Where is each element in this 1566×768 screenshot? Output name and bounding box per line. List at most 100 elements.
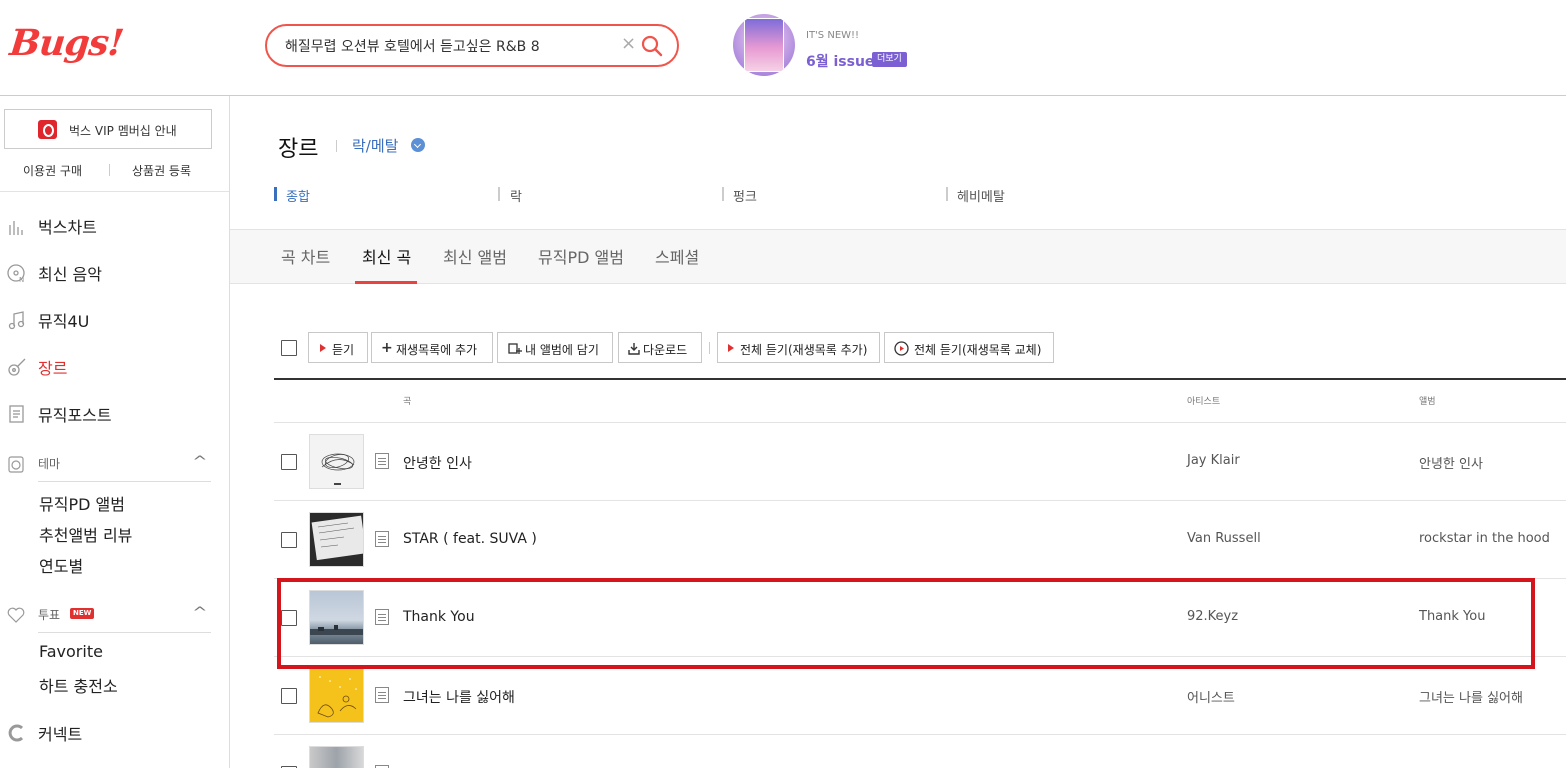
sidebar-item-music-post[interactable]: 뮤직포스트 [0,399,229,429]
sidebar-item-label: 최신 음악 [38,265,102,284]
svg-text:N: N [19,276,24,284]
genre-selector[interactable]: 락/메탈 [352,135,398,156]
page-title: 장르 [278,137,319,162]
artist-name[interactable]: 어니스트 [1187,687,1235,706]
sidebar-item-genre[interactable]: 장르 [0,352,229,382]
album-art[interactable] [309,434,364,489]
song-title[interactable]: Thank You [403,609,475,625]
lyrics-icon[interactable] [375,609,389,625]
heart-icon [7,607,25,623]
subgenre-rock[interactable]: 락 [510,186,522,205]
chevron-up-icon[interactable]: ^ [192,605,207,621]
lyrics-icon[interactable] [375,531,389,547]
album-name[interactable]: 안녕한 인사 [1419,453,1483,472]
divider [336,140,337,152]
song-title[interactable]: STAR ( feat. SUVA ) [403,531,537,547]
sidebar-item-recommended-review[interactable]: 추천앨범 리뷰 [39,522,132,546]
divider [38,632,211,633]
guitar-icon [8,358,26,376]
row-checkbox[interactable] [281,454,297,470]
play-all-replace-button[interactable]: 전체 듣기(재생목록 교체) [884,332,1054,363]
artist-name[interactable]: 92.Keyz [1187,609,1238,624]
promo-image[interactable] [733,14,795,76]
album-art[interactable] [309,746,364,768]
select-all-checkbox[interactable] [281,340,297,356]
row-checkbox[interactable] [281,688,297,704]
register-voucher-link[interactable]: 상품권 등록 [132,162,191,179]
add-to-my-album-button[interactable]: 내 앨범에 담기 [497,332,613,363]
promo-more-button[interactable]: 더보기 [872,52,907,67]
sidebar-item-label: 장르 [38,359,68,378]
sidebar-item-bugs-chart[interactable]: 벅스차트 [0,211,229,241]
chevron-down-icon[interactable] [411,138,425,152]
divider [946,187,948,201]
tab-music-pd-album[interactable]: 뮤직PD 앨범 [538,244,624,268]
album-art[interactable] [309,668,364,723]
tab-new-albums[interactable]: 최신 앨범 [443,244,507,268]
buy-pass-link[interactable]: 이용권 구매 [23,162,82,179]
play-all-add-button[interactable]: 전체 듣기(재생목록 추가) [717,332,880,363]
sidebar-item-label: 커넥트 [38,725,83,744]
download-button[interactable]: 다운로드 [618,332,702,363]
sidebar-item-new-music[interactable]: N 최신 음악 [0,258,229,288]
search-icon[interactable] [641,35,663,57]
table-row: 안녕한 인사 Jay Klair 안녕한 인사 [274,423,1566,501]
vip-label: 벅스 VIP 멤버십 안내 [69,124,177,138]
subgenre-heavy-metal[interactable]: 헤비메탈 [957,186,1005,205]
album-name[interactable]: rockstar in the hood [1419,531,1550,546]
play-all-replace-label: 전체 듣기(재생목록 교체) [914,343,1042,357]
column-header-artist: 아티스트 [1187,397,1221,407]
table-row: STAR ( feat. SUVA ) Van Russell rockstar… [274,501,1566,579]
album-name[interactable]: 그녀는 나를 싫어해 [1419,687,1523,706]
artist-name[interactable]: Jay Klair [1187,453,1240,468]
connect-icon [8,724,24,742]
artist-name[interactable]: Van Russell [1187,531,1261,546]
vote-section-label: 투표 [38,608,61,622]
chart-icon [9,221,23,235]
tab-special[interactable]: 스페셜 [655,244,699,268]
album-art[interactable] [309,590,364,645]
tab-new-songs[interactable]: 최신 곡 [362,244,411,268]
album-art[interactable] [309,512,364,567]
replace-playlist-icon [894,341,909,356]
song-title[interactable]: 안녕한 인사 [403,453,472,473]
sidebar-item-music4u[interactable]: 뮤직4U [0,305,229,335]
sidebar-item-connect[interactable]: 커넥트 [0,718,229,748]
plus-icon: + [381,340,393,356]
sidebar-item-heart-charge[interactable]: 하트 충전소 [39,673,118,697]
vip-membership-button[interactable]: 벅스 VIP 멤버십 안내 [4,109,212,149]
theme-section-toggle[interactable]: 테마 ^ [0,452,229,476]
table-row [274,735,1566,768]
play-icon [728,344,734,352]
sidebar-item-by-year[interactable]: 연도별 [39,553,83,577]
music-note-icon [8,311,25,330]
bugs-vip-icon [38,120,57,139]
chevron-up-icon[interactable]: ^ [192,454,207,470]
album-add-icon [508,343,522,354]
sidebar-item-favorite[interactable]: Favorite [39,642,103,661]
new-badge: NEW [70,608,95,619]
row-checkbox[interactable] [281,610,297,626]
song-title[interactable]: 그녀는 나를 싫어해 [403,687,515,707]
theme-icon [8,456,24,473]
clear-icon[interactable]: × [621,33,636,54]
lyrics-icon[interactable] [375,687,389,703]
table-row: Thank You 92.Keyz Thank You [274,579,1566,657]
promo-subtitle: IT'S NEW!! [806,30,860,41]
row-checkbox[interactable] [281,532,297,548]
tab-song-chart[interactable]: 곡 차트 [281,244,330,268]
subgenre-punk[interactable]: 펑크 [733,186,757,205]
lyrics-icon[interactable] [375,453,389,469]
album-name[interactable]: Thank You [1419,609,1485,624]
divider [38,481,211,482]
divider [0,191,229,192]
subgenre-all[interactable]: 종합 [286,186,310,205]
search-input[interactable] [285,34,615,58]
sidebar: 벅스 VIP 멤버십 안내 이용권 구매 상품권 등록 벅스차트 N 최신 음악… [0,96,230,768]
sidebar-item-music-pd-album[interactable]: 뮤직PD 앨범 [39,491,125,515]
bugs-logo[interactable]: Bugs! [8,22,125,64]
promo-title[interactable]: 6월 issue [806,51,874,71]
play-button[interactable]: 듣기 [308,332,368,363]
add-to-playlist-button[interactable]: + 재생목록에 추가 [371,332,493,363]
vote-section-toggle[interactable]: 투표 NEW ^ [0,603,229,627]
